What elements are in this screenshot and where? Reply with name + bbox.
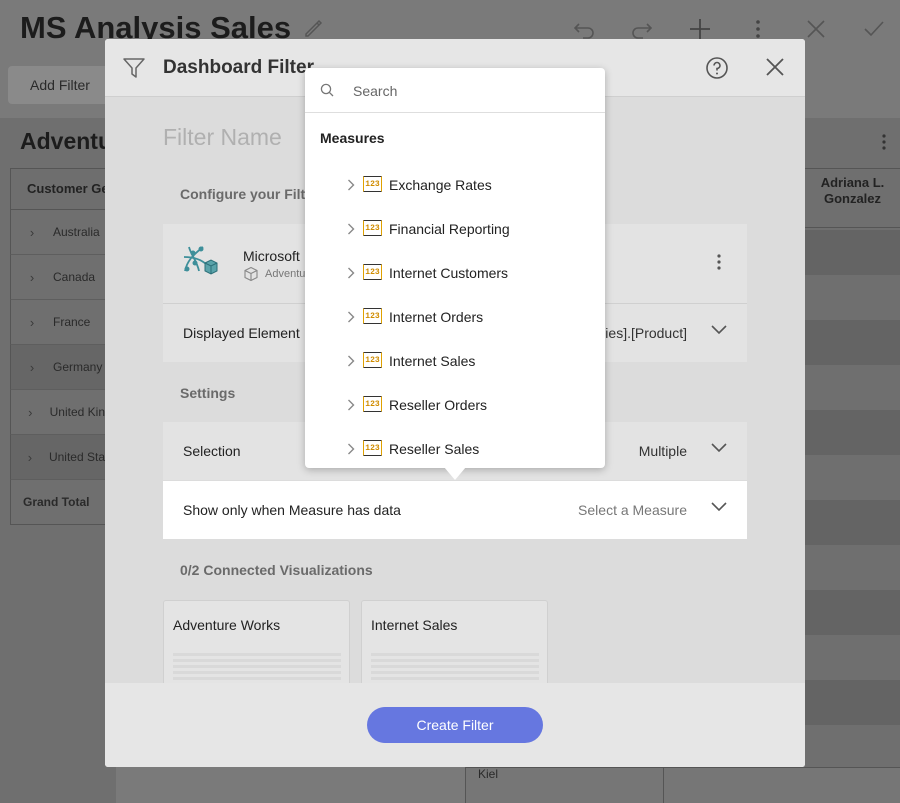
measure-item-label: Internet Orders xyxy=(389,309,484,325)
table-header: Customer Ge xyxy=(10,168,106,210)
measure-group-icon: 123 xyxy=(363,440,382,456)
table-row[interactable]: › United Sta xyxy=(10,435,106,480)
search-bar xyxy=(305,68,605,113)
measure-item[interactable]: 123 Internet Customers xyxy=(305,251,605,295)
measure-item-label: Exchange Rates xyxy=(389,177,492,193)
close-icon[interactable] xyxy=(765,57,785,77)
datasource-name: Microsoft xyxy=(243,248,300,264)
measure-group-icon: 123 xyxy=(363,264,382,280)
chevron-right-icon[interactable] xyxy=(347,223,355,235)
selection-label: Selection xyxy=(183,443,241,459)
selection-value: Multiple xyxy=(638,443,687,459)
background-card-title: Adventu xyxy=(20,128,112,154)
measure-item-label: Reseller Orders xyxy=(389,397,488,413)
filter-name-input[interactable]: Filter Name xyxy=(163,124,282,151)
measure-item[interactable]: 123 Exchange Rates xyxy=(305,163,605,207)
visualization-thumbnail xyxy=(371,653,539,683)
chevron-right-icon[interactable] xyxy=(347,355,355,367)
visualization-card[interactable]: Internet Sales xyxy=(361,600,548,690)
measure-data-label: Show only when Measure has data xyxy=(183,502,401,518)
datasource-logo-icon xyxy=(183,246,218,275)
filter-icon xyxy=(123,58,145,78)
displayed-element-label: Displayed Element xyxy=(183,325,300,341)
displayed-element-value: ies].[Product] xyxy=(605,325,687,341)
measure-group-icon: 123 xyxy=(363,396,382,412)
search-icon xyxy=(320,83,334,97)
table-row[interactable]: › France xyxy=(10,300,106,345)
chevron-right-icon[interactable]: › xyxy=(11,270,53,285)
measure-group-icon: 123 xyxy=(363,352,382,368)
visualization-title: Internet Sales xyxy=(371,617,458,633)
measure-select-value: Select a Measure xyxy=(578,502,687,518)
help-icon[interactable] xyxy=(705,56,729,80)
configure-section-label: Configure your Filter xyxy=(180,186,319,202)
measures-list: 123 Exchange Rates 123 Financial Reporti… xyxy=(305,163,605,471)
more-vertical-icon[interactable] xyxy=(882,134,886,150)
measure-group-icon: 123 xyxy=(363,308,382,324)
settings-section-label: Settings xyxy=(180,385,236,401)
grand-total-row: Grand Total xyxy=(10,480,106,525)
visualization-thumbnail xyxy=(173,653,341,683)
add-filter-button[interactable]: Add Filter xyxy=(8,66,112,104)
search-input[interactable] xyxy=(353,80,583,102)
measure-item[interactable]: 123 Financial Reporting xyxy=(305,207,605,251)
chevron-right-icon[interactable] xyxy=(347,267,355,279)
chevron-right-icon[interactable]: › xyxy=(11,450,49,465)
chevron-right-icon[interactable] xyxy=(347,443,355,455)
dialog-title: Dashboard Filter xyxy=(163,57,314,78)
chevron-right-icon[interactable] xyxy=(347,179,355,191)
background-card-right: Adriana L. Gonzalez xyxy=(805,118,900,803)
measure-group-icon: 123 xyxy=(363,176,382,192)
table-row[interactable]: › Germany xyxy=(10,345,106,390)
chevron-right-icon[interactable]: › xyxy=(11,405,50,420)
visualization-card[interactable]: Adventure Works xyxy=(163,600,350,690)
measure-data-row[interactable]: Show only when Measure has data Select a… xyxy=(163,481,747,539)
create-filter-button[interactable]: Create Filter xyxy=(367,707,543,743)
table-row[interactable]: › Canada xyxy=(10,255,106,300)
measure-group-icon: 123 xyxy=(363,220,382,236)
background-table: Customer Ge › Australia › Canada › France ›… xyxy=(10,168,106,525)
datasource-subtitle: Adventu xyxy=(243,266,305,282)
discard-icon[interactable] xyxy=(803,16,829,42)
pencil-icon[interactable] xyxy=(302,16,326,40)
column-header: Adriana L. Gonzalez xyxy=(805,168,900,228)
chevron-down-icon[interactable] xyxy=(711,443,727,453)
measure-item[interactable]: 123 Internet Sales xyxy=(305,339,605,383)
measure-item-label: Reseller Sales xyxy=(389,441,480,457)
measures-section-title: Measures xyxy=(320,130,385,146)
confirm-icon[interactable] xyxy=(861,16,887,42)
chevron-right-icon[interactable] xyxy=(347,311,355,323)
measure-item[interactable]: 123 Reseller Sales xyxy=(305,427,605,471)
chevron-right-icon[interactable]: › xyxy=(11,360,53,375)
table-row[interactable]: › Australia xyxy=(10,210,106,255)
measure-item-label: Internet Customers xyxy=(389,265,509,281)
chevron-down-icon[interactable] xyxy=(711,502,727,512)
connected-visualizations-label: 0/2 Connected Visualizations xyxy=(180,562,373,578)
chevron-right-icon[interactable]: › xyxy=(11,315,53,330)
chevron-right-icon[interactable] xyxy=(347,399,355,411)
measure-item-label: Internet Sales xyxy=(389,353,476,369)
table-row[interactable]: › United Kin xyxy=(10,390,106,435)
table-cell: Kiel xyxy=(478,767,499,781)
chevron-right-icon[interactable]: › xyxy=(11,225,53,240)
more-vertical-icon[interactable] xyxy=(717,254,721,270)
measure-item[interactable]: 123 Internet Orders xyxy=(305,295,605,339)
measures-dropdown: Measures 123 Exchange Rates 123 Financia… xyxy=(305,68,605,468)
visualization-title: Adventure Works xyxy=(173,617,281,633)
datasource-catalog: Adventu xyxy=(265,268,306,280)
dialog-footer: Create Filter xyxy=(105,683,805,767)
measure-item[interactable]: 123 Reseller Orders xyxy=(305,383,605,427)
cube-icon xyxy=(244,266,258,282)
dropdown-pointer xyxy=(444,467,466,480)
measure-item-label: Financial Reporting xyxy=(389,221,510,237)
background-table-row: Kiel xyxy=(465,767,900,803)
chevron-down-icon[interactable] xyxy=(711,325,727,335)
